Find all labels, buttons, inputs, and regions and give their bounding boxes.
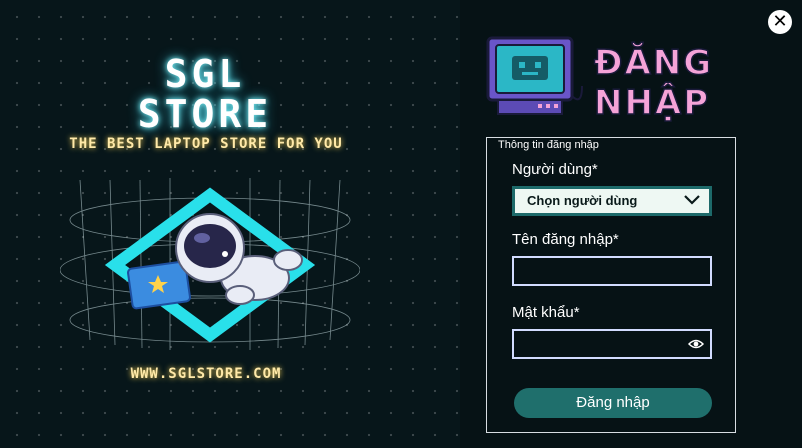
website-url: WWW.SGLSTORE.COM <box>130 366 282 382</box>
user-type-select[interactable]: Chọn người dùng <box>512 186 712 216</box>
password-input[interactable] <box>512 329 712 359</box>
username-label: Tên đăng nhập* <box>512 231 619 248</box>
login-logo: ĐĂNG NHẬP <box>486 36 713 122</box>
astronaut-laptop-illustration <box>60 178 360 350</box>
close-icon: ✕ <box>772 11 788 32</box>
brand-name-line2: STORE <box>137 92 273 136</box>
chevron-down-icon <box>684 195 700 205</box>
computer-icon <box>486 36 583 115</box>
user-type-selected-value: Chọn người dùng <box>527 193 638 208</box>
login-button[interactable]: Đăng nhập <box>514 388 712 418</box>
user-type-label: Người dùng* <box>512 161 598 178</box>
logo-text-line2: NHẬP <box>594 82 710 122</box>
password-label: Mật khẩu* <box>512 304 580 321</box>
close-button[interactable]: ✕ <box>768 10 792 34</box>
logo-text-line1: ĐĂNG <box>594 42 713 83</box>
fieldset-legend: Thông tin đăng nhập <box>494 139 603 151</box>
promo-panel: SGL STORE THE BEST LAPTOP STORE FOR YOU <box>0 0 460 448</box>
laptop-graphic <box>127 260 191 310</box>
username-input[interactable] <box>512 256 712 286</box>
brand-tagline: THE BEST LAPTOP STORE FOR YOU <box>69 136 343 152</box>
astronaut-graphic <box>175 213 303 305</box>
eye-icon[interactable] <box>688 337 704 351</box>
brand-name-line1: SGL <box>164 52 246 96</box>
